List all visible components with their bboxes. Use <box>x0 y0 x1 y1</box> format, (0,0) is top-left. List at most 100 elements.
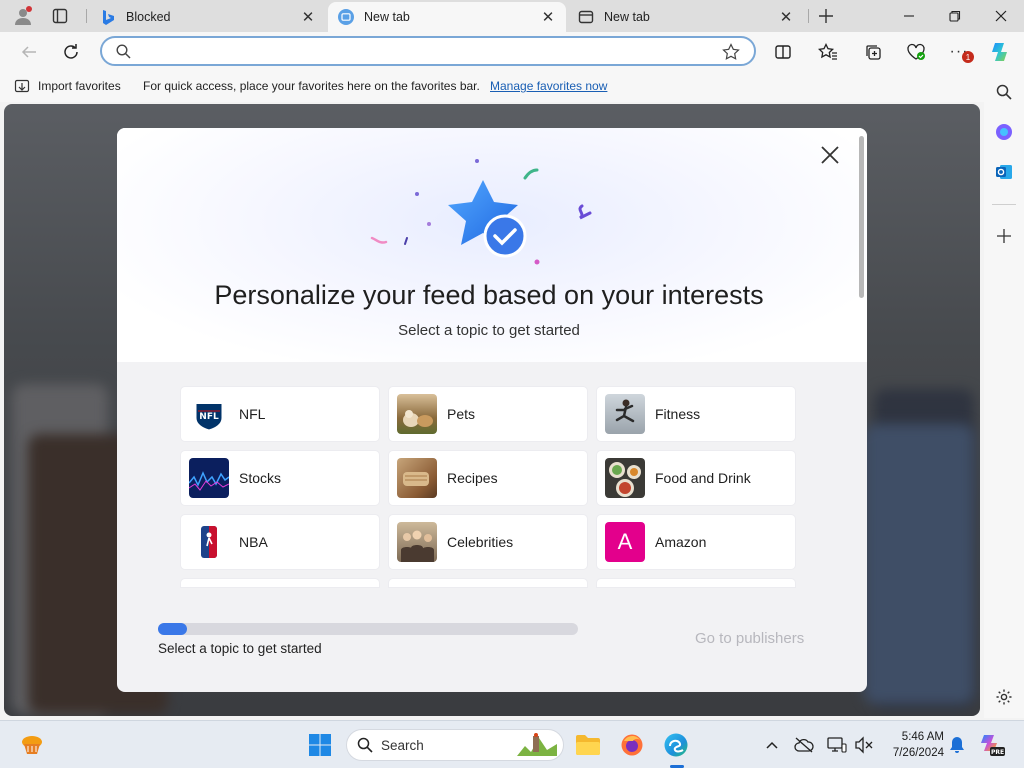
firefox-button[interactable] <box>618 731 646 759</box>
refresh-button[interactable] <box>58 39 84 65</box>
tab-blocked[interactable]: Blocked ✕ <box>90 2 326 32</box>
topic-partial[interactable] <box>597 579 795 587</box>
favorites-bar: Import favorites For quick access, place… <box>0 70 988 102</box>
topic-nba[interactable]: NBA <box>181 515 379 569</box>
topic-recipes[interactable]: Recipes <box>389 451 587 505</box>
taskbar-clock[interactable]: 5:46 AM 7/26/2024 <box>874 729 944 761</box>
minimize-icon <box>904 15 914 17</box>
svg-text:PRE: PRE <box>991 749 1004 756</box>
topic-pets[interactable]: Pets <box>389 387 587 441</box>
topic-label: Food and Drink <box>655 470 751 486</box>
address-bar[interactable] <box>100 36 756 66</box>
topic-label: Stocks <box>239 470 282 486</box>
browser-essentials-button[interactable] <box>903 39 929 65</box>
browser-toolbar: ··· 1 <box>0 32 1024 70</box>
split-screen-button[interactable] <box>770 39 796 65</box>
manage-favorites-link[interactable]: Manage favorites now <box>490 79 607 93</box>
plus-icon <box>819 9 833 23</box>
topic-nfl[interactable]: NFL NFL <box>181 387 379 441</box>
notification-badge: 1 <box>962 51 974 63</box>
edge-taskbar-button[interactable] <box>662 731 690 759</box>
tab-actions-button[interactable] <box>46 0 74 32</box>
clock-date: 7/26/2024 <box>892 747 944 759</box>
new-tab-button[interactable] <box>812 0 840 32</box>
amazon-letter-tile: A <box>605 522 645 562</box>
favorites-icon <box>818 43 837 60</box>
arrow-left-icon <box>21 46 36 58</box>
show-hidden-icons-button[interactable] <box>758 731 786 759</box>
search-highlight-icon <box>517 733 557 756</box>
search-icon <box>996 84 1012 100</box>
taskbar-search-box[interactable]: Search <box>346 729 564 761</box>
copilot-preview-button[interactable]: PRE <box>978 731 1006 759</box>
dialog-scrollbar[interactable] <box>859 136 864 298</box>
notifications-button[interactable] <box>943 731 971 759</box>
tab-label: New tab <box>604 10 650 24</box>
copilot-button[interactable] <box>988 39 1014 65</box>
pets-thumbnail <box>397 394 437 434</box>
restore-icon <box>949 10 961 22</box>
import-icon <box>14 79 30 93</box>
firefox-icon <box>621 734 643 756</box>
selection-progress-bar <box>158 623 578 635</box>
topic-food-and-drink[interactable]: Food and Drink <box>597 451 795 505</box>
sidebar-settings-button[interactable] <box>990 683 1018 711</box>
microsoft-365-icon <box>996 124 1012 140</box>
restore-button[interactable] <box>932 0 978 32</box>
topic-label: Amazon <box>655 534 707 550</box>
topic-partial[interactable] <box>181 579 379 587</box>
tab-separator <box>808 9 809 23</box>
collections-button[interactable] <box>860 39 886 65</box>
topic-stocks[interactable]: Stocks <box>181 451 379 505</box>
favorites-button[interactable] <box>815 39 841 65</box>
bing-icon <box>100 9 116 25</box>
topic-label: NBA <box>239 534 268 550</box>
profile-button[interactable] <box>8 0 38 32</box>
topic-partial[interactable] <box>389 579 587 587</box>
tab-close-button[interactable]: ✕ <box>778 9 794 26</box>
progress-fill <box>158 623 188 635</box>
svg-text:NFL: NFL <box>199 412 219 422</box>
onedrive-status-button[interactable] <box>790 731 818 759</box>
tab-new-tab[interactable]: New tab ✕ <box>568 2 804 32</box>
tab-close-button[interactable]: ✕ <box>300 9 316 26</box>
back-button[interactable] <box>16 39 42 65</box>
tab-label: Blocked <box>126 10 171 24</box>
tab-separator <box>86 9 87 23</box>
star-icon[interactable] <box>722 43 740 61</box>
food-thumbnail <box>605 458 645 498</box>
fitness-thumbnail <box>605 394 645 434</box>
nfl-logo: NFL <box>189 394 229 434</box>
sidebar-separator <box>992 204 1016 205</box>
dialog-title: Personalize your feed based on your inte… <box>214 280 764 310</box>
tab-new-tab-active[interactable]: New tab ✕ <box>328 2 566 32</box>
dialog-close-button[interactable] <box>817 142 843 168</box>
import-favorites-button[interactable]: Import favorites <box>14 78 121 94</box>
topic-fitness[interactable]: Fitness <box>597 387 795 441</box>
edge-sidebar <box>984 70 1024 718</box>
start-button[interactable] <box>306 731 334 759</box>
bell-icon <box>950 737 964 753</box>
sidebar-search-button[interactable] <box>990 78 1018 106</box>
topic-celebrities[interactable]: Celebrities <box>389 515 587 569</box>
profile-icon <box>15 6 32 25</box>
new-tab-icon <box>338 9 354 25</box>
address-input[interactable] <box>138 40 718 62</box>
file-explorer-button[interactable] <box>574 731 602 759</box>
topic-label: NFL <box>239 406 266 422</box>
new-tab-icon <box>578 9 594 25</box>
minimize-button[interactable] <box>886 0 932 32</box>
widgets-button[interactable] <box>18 731 46 759</box>
settings-more-button[interactable]: ··· 1 <box>946 39 974 65</box>
topic-amazon[interactable]: A Amazon <box>597 515 795 569</box>
sidebar-m365-button[interactable] <box>990 118 1018 146</box>
close-window-button[interactable] <box>978 0 1024 32</box>
plus-icon <box>997 229 1011 243</box>
go-to-publishers-button[interactable]: Go to publishers <box>695 630 804 647</box>
network-button[interactable] <box>823 731 851 759</box>
sidebar-add-button[interactable] <box>990 222 1018 250</box>
gear-icon <box>996 689 1012 705</box>
sidebar-outlook-button[interactable] <box>990 158 1018 186</box>
import-favorites-label: Import favorites <box>38 79 121 93</box>
tab-close-button[interactable]: ✕ <box>540 9 556 26</box>
